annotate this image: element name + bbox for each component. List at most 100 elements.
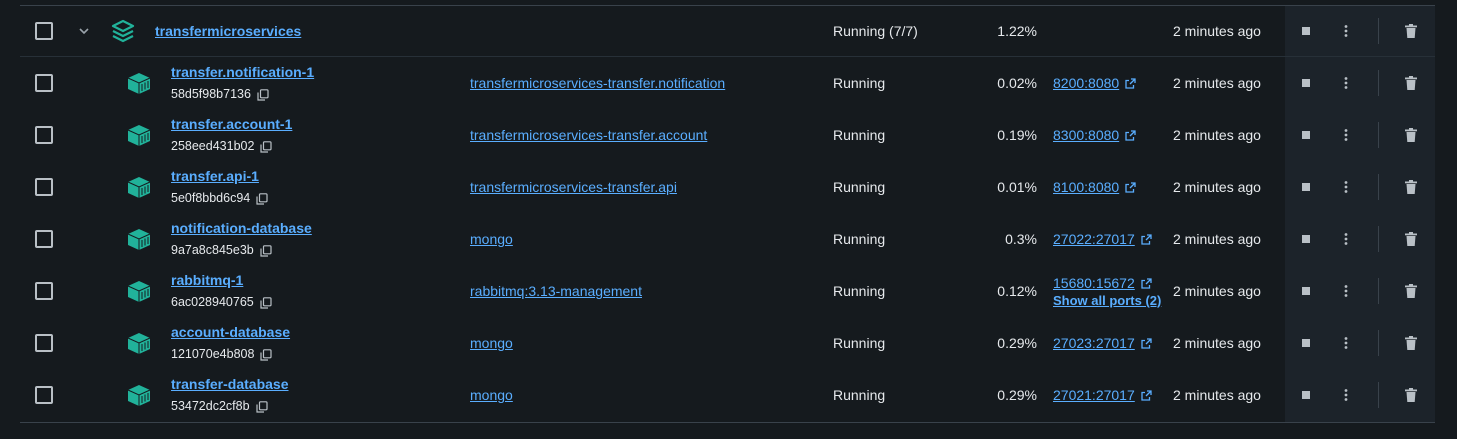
ports-cell: 15680:15672 Show all ports (2) (1053, 274, 1161, 310)
port-link[interactable]: 27022:27017 (1053, 230, 1152, 248)
image-link[interactable]: mongo (470, 387, 513, 403)
port-link[interactable]: 8100:8080 (1053, 178, 1136, 196)
container-name-link[interactable]: notification-database (171, 220, 312, 236)
container-name-link[interactable]: transfer.account-1 (171, 116, 292, 132)
container-id-text: 5e0f8bbd6c94 (171, 191, 251, 205)
port-text: 15680:15672 (1053, 275, 1135, 291)
container-checkbox[interactable] (35, 334, 53, 352)
group-checkbox[interactable] (35, 22, 53, 40)
container-name-link[interactable]: transfer-database (171, 376, 289, 392)
port-link[interactable]: 8300:8080 (1053, 126, 1136, 144)
container-row[interactable]: account-database 121070e4b808 mongo Runn… (0, 317, 1457, 369)
stop-button[interactable] (1300, 181, 1312, 193)
copy-icon[interactable] (260, 348, 273, 361)
external-link-icon (1125, 182, 1136, 193)
container-checkbox[interactable] (35, 230, 53, 248)
show-all-ports-link[interactable]: Show all ports (2) (1053, 292, 1161, 310)
group-cpu: 1.22% (997, 23, 1037, 39)
trash-icon[interactable] (1404, 388, 1418, 402)
stop-button[interactable] (1300, 25, 1312, 37)
container-row[interactable]: transfer-database 53472dc2cf8b mongo Run… (0, 369, 1457, 421)
container-name-link[interactable]: transfer.notification-1 (171, 64, 314, 80)
trash-icon[interactable] (1404, 336, 1418, 350)
container-row[interactable]: transfer.account-1 258eed431b02 transfer… (0, 109, 1457, 161)
port-link[interactable]: 27023:27017 (1053, 334, 1152, 352)
stop-button[interactable] (1300, 337, 1312, 349)
image-link[interactable]: mongo (470, 231, 513, 247)
copy-icon[interactable] (255, 400, 268, 413)
more-vertical-icon[interactable] (1340, 284, 1352, 298)
external-link-icon (1141, 338, 1152, 349)
port-link[interactable]: 27021:27017 (1053, 386, 1152, 404)
copy-icon[interactable] (260, 140, 273, 153)
stop-button[interactable] (1300, 129, 1312, 141)
container-icon (126, 122, 152, 148)
ports-cell: 8300:8080 (1053, 126, 1136, 144)
ports-cell: 27022:27017 (1053, 230, 1152, 248)
stop-button[interactable] (1300, 285, 1312, 297)
container-checkbox[interactable] (35, 178, 53, 196)
stop-button[interactable] (1300, 389, 1312, 401)
copy-icon[interactable] (260, 244, 272, 257)
trash-icon[interactable] (1404, 180, 1418, 194)
container-cpu: 0.29% (997, 335, 1037, 351)
container-cpu: 0.29% (997, 387, 1037, 403)
stop-button[interactable] (1300, 77, 1312, 89)
container-row[interactable]: rabbitmq-1 6ac028940765 rabbitmq:3.13-ma… (0, 265, 1457, 317)
container-name-link[interactable]: account-database (171, 324, 290, 340)
container-started: 2 minutes ago (1173, 179, 1261, 195)
port-link[interactable]: 8200:8080 (1053, 74, 1136, 92)
actions-divider (1378, 382, 1379, 408)
container-id: 121070e4b808 (171, 347, 273, 361)
more-vertical-icon[interactable] (1340, 128, 1352, 142)
copy-icon[interactable] (257, 88, 269, 101)
more-vertical-icon[interactable] (1340, 388, 1352, 402)
ports-cell: 8200:8080 (1053, 74, 1136, 92)
container-status: Running (833, 231, 886, 247)
trash-icon[interactable] (1404, 128, 1418, 142)
more-vertical-icon[interactable] (1340, 232, 1352, 246)
trash-icon[interactable] (1404, 232, 1418, 246)
stop-icon (1302, 131, 1310, 139)
image-link[interactable]: mongo (470, 335, 513, 351)
container-id: 58d5f98b7136 (171, 87, 269, 101)
container-checkbox[interactable] (35, 282, 53, 300)
trash-icon[interactable] (1404, 284, 1418, 298)
container-id-text: 121070e4b808 (171, 347, 255, 361)
group-name-link[interactable]: transfermicroservices (155, 23, 301, 39)
more-vertical-icon[interactable] (1340, 180, 1352, 194)
container-icon (126, 278, 152, 304)
image-link[interactable]: transfermicroservices-transfer.api (470, 179, 677, 195)
more-vertical-icon[interactable] (1340, 336, 1352, 350)
container-name-link[interactable]: transfer.api-1 (171, 168, 259, 184)
container-row[interactable]: notification-database 9a7a8c845e3b mongo… (0, 213, 1457, 265)
container-row[interactable]: transfer.notification-1 58d5f98b7136 tra… (0, 57, 1457, 109)
port-text: 27022:27017 (1053, 231, 1135, 247)
container-id-text: 6ac028940765 (171, 295, 254, 309)
container-row[interactable]: transfer.api-1 5e0f8bbd6c94 transfermicr… (0, 161, 1457, 213)
container-started: 2 minutes ago (1173, 335, 1261, 351)
port-link[interactable]: 15680:15672 (1053, 274, 1161, 292)
more-vertical-icon[interactable] (1340, 24, 1352, 38)
container-checkbox[interactable] (35, 386, 53, 404)
actions-divider (1378, 226, 1379, 252)
group-row[interactable]: transfermicroservices Running (7/7) 1.22… (0, 5, 1457, 57)
copy-icon[interactable] (256, 192, 268, 205)
container-name-link[interactable]: rabbitmq-1 (171, 272, 243, 288)
image-link[interactable]: rabbitmq:3.13-management (470, 283, 642, 299)
stop-button[interactable] (1300, 233, 1312, 245)
chevron-down-icon[interactable] (77, 24, 91, 38)
container-checkbox[interactable] (35, 126, 53, 144)
trash-icon[interactable] (1404, 76, 1418, 90)
more-vertical-icon[interactable] (1340, 76, 1352, 90)
actions-divider (1378, 174, 1379, 200)
container-checkbox[interactable] (35, 74, 53, 92)
image-link[interactable]: transfermicroservices-transfer.account (470, 127, 707, 143)
stop-icon (1302, 339, 1310, 347)
container-id-text: 53472dc2cf8b (171, 399, 250, 413)
image-link[interactable]: transfermicroservices-transfer.notificat… (470, 75, 725, 91)
container-started: 2 minutes ago (1173, 283, 1261, 299)
copy-icon[interactable] (260, 296, 272, 309)
trash-icon[interactable] (1404, 24, 1418, 38)
container-status: Running (833, 283, 886, 299)
